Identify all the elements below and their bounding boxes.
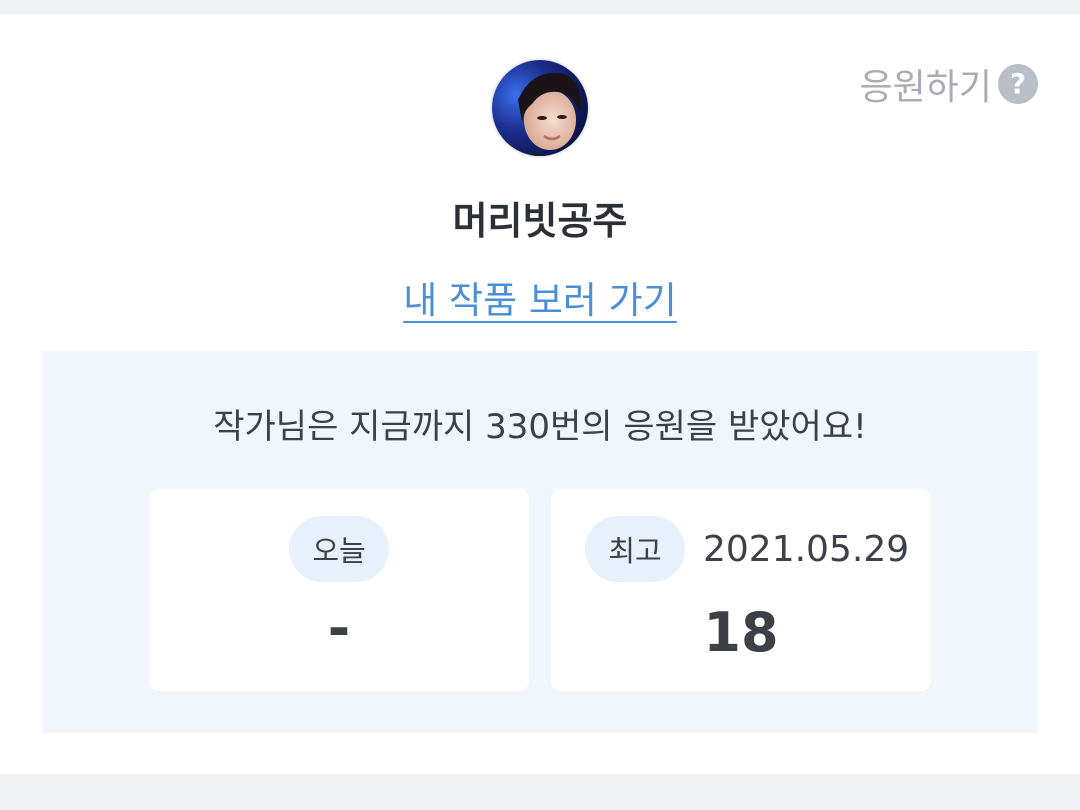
works-link-row: 내 작품 보러 가기 — [0, 270, 1080, 324]
best-stat-card: 최고 2021.05.29 18 — [551, 489, 931, 691]
today-value: - — [327, 597, 351, 660]
support-total-text: 작가님은 지금까지 330번의 응원을 받았어요! — [213, 407, 867, 447]
avatar-image — [492, 60, 588, 156]
author-name: 머리빗공주 — [452, 199, 628, 243]
best-value: 18 — [703, 601, 779, 664]
view-my-works-link[interactable]: 내 작품 보러 가기 — [403, 279, 677, 322]
author-support-card: 응원하기 ? 머리빗공주 내 작품 보러 가기 작가님은 지금까지 330번의 … — [0, 14, 1080, 774]
best-date: 2021.05.29 — [703, 529, 910, 570]
avatar — [490, 58, 590, 158]
support-stats-panel: 작가님은 지금까지 330번의 응원을 받았어요! 오늘 - 최고 2021.0… — [42, 351, 1038, 733]
help-icon[interactable]: ? — [998, 64, 1038, 104]
support-help-button[interactable]: 응원하기 ? — [860, 58, 1038, 110]
support-label: 응원하기 — [859, 67, 992, 108]
best-badge: 최고 — [585, 516, 685, 582]
today-badge: 오늘 — [289, 516, 389, 582]
today-stat-card: 오늘 - — [149, 489, 529, 691]
